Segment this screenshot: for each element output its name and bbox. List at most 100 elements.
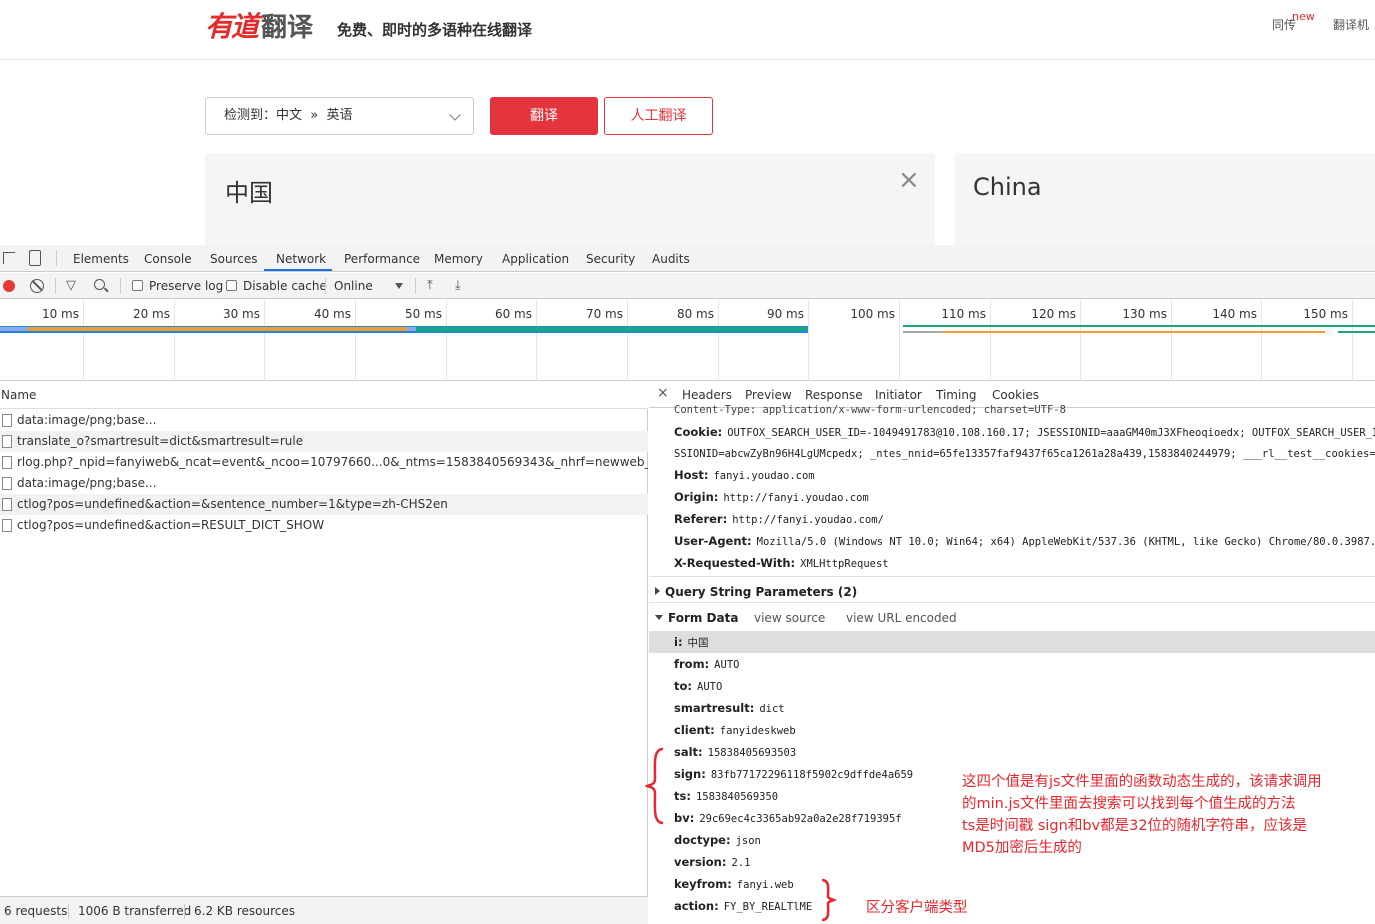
view-source-link[interactable]: view source (754, 611, 825, 625)
view-url-encoded-link[interactable]: view URL encoded (846, 611, 957, 625)
device-toolbar-icon[interactable] (29, 250, 41, 266)
annotation-line: ts是时间戳 sign和bv都是32位的随机字符串，应该是 (962, 818, 1308, 834)
query-params-section-toggle[interactable]: Query String Parameters (2) (655, 585, 857, 599)
request-row[interactable]: translate_o?smartresult=dict&smartresult… (0, 431, 648, 452)
clear-icon[interactable]: × (898, 167, 920, 193)
translate-button[interactable]: 翻译 (490, 97, 598, 135)
preserve-log-checkbox[interactable] (132, 280, 143, 291)
new-badge: new (1292, 10, 1315, 23)
throttling-select[interactable]: Online (334, 279, 373, 293)
section-divider (649, 602, 1375, 603)
close-icon[interactable]: × (657, 385, 669, 401)
request-row[interactable]: data:image/png;base... (0, 410, 648, 431)
timeline-gridline (1080, 300, 1081, 381)
file-icon (2, 477, 12, 490)
language-select[interactable]: 检测到：中文 » 英语 (205, 97, 474, 135)
tab-response[interactable]: Response (805, 388, 863, 402)
tab-sources[interactable]: Sources (210, 252, 257, 266)
human-translate-button[interactable]: 人工翻译 (604, 97, 713, 135)
form-param-salt[interactable]: salt: 15838405693503 (674, 745, 796, 759)
language-select-value: 检测到：中文 » 英语 (224, 108, 353, 123)
youdao-logo[interactable]: 有道 翻译 (205, 8, 314, 43)
param-value: 中国 (687, 637, 709, 649)
timeline-gridline (1171, 300, 1172, 381)
form-param-doctype[interactable]: doctype: json (674, 833, 761, 847)
form-param-client[interactable]: client: fanyideskweb (674, 723, 796, 737)
status-separator (184, 904, 185, 919)
request-row[interactable]: data:image/png;base... (0, 473, 648, 494)
nav-fanyiji-link[interactable]: 翻译机 (1333, 16, 1369, 33)
param-key: sign: (674, 767, 706, 781)
timeline-tick-label: 90 ms (766, 307, 804, 321)
param-key: keyfrom: (674, 877, 732, 891)
tab-network[interactable]: Network (276, 252, 326, 266)
form-param-version[interactable]: version: 2.1 (674, 855, 750, 869)
timeline-tick-label: 20 ms (132, 307, 170, 321)
resources-size: 6.2 KB resources (194, 904, 295, 918)
form-data-section-toggle[interactable]: Form Data (655, 611, 738, 625)
clear-log-icon[interactable] (30, 279, 44, 293)
request-name: data:image/png;base... (17, 413, 157, 427)
tab-application[interactable]: Application (502, 252, 569, 266)
timeline-gridline (174, 300, 175, 381)
header-value: OUTFOX_SEARCH_USER_ID=-1049491783@10.108… (727, 427, 1375, 439)
form-param-to[interactable]: to: AUTO (674, 679, 722, 693)
form-param-bv[interactable]: bv: 29c69ec4c3365ab92a0a2e28f719395f (674, 811, 902, 825)
tab-preview[interactable]: Preview (745, 388, 792, 402)
name-column-header[interactable]: Name (0, 382, 648, 409)
header-host: Host: fanyi.youdao.com (674, 468, 815, 482)
disable-cache-checkbox[interactable] (226, 280, 237, 291)
tab-timing[interactable]: Timing (936, 388, 977, 402)
form-param-i[interactable]: i: 中国 (674, 635, 709, 650)
header-x-requested-with: X-Requested-With: XMLHttpRequest (674, 556, 889, 570)
brace-path (821, 878, 837, 922)
disable-cache-label: Disable cache (243, 279, 327, 293)
tab-cookies[interactable]: Cookies (992, 388, 1039, 402)
search-icon[interactable] (94, 279, 105, 290)
status-separator (68, 904, 69, 919)
filter-icon[interactable]: ▽ (66, 278, 76, 293)
annotation-line: 这四个值是有js文件里面的函数动态生成的，该请求调用 (962, 774, 1322, 790)
site-header: 有道 翻译 免费、即时的多语种在线翻译 同传 new 翻译机 (0, 0, 1375, 60)
tab-console[interactable]: Console (144, 252, 192, 266)
tab-performance[interactable]: Performance (344, 252, 420, 266)
form-param-ts[interactable]: ts: 1583840569350 (674, 789, 778, 803)
request-row[interactable]: ctlog?pos=undefined&action=RESULT_DICT_S… (0, 515, 648, 536)
source-text-area[interactable]: 中国 × (205, 153, 935, 245)
tab-elements[interactable]: Elements (73, 252, 129, 266)
network-overview-timeline[interactable]: 10 ms 20 ms 30 ms 40 ms 50 ms 60 ms 70 ms 80 ms… (0, 300, 1375, 381)
request-row[interactable]: rlog.php?_npid=fanyiweb&_ncat=event&_nco… (0, 452, 648, 473)
brace-path (645, 747, 664, 825)
annotation-line: 的min.js文件里面去搜索可以找到每个值生成的方法 (962, 796, 1296, 812)
request-list: Name data:image/png;base... translate_o?… (0, 382, 648, 896)
timeline-tick-label: 40 ms (313, 307, 351, 321)
tab-audits[interactable]: Audits (652, 252, 690, 266)
request-row[interactable]: ctlog?pos=undefined&action=&sentence_num… (0, 494, 648, 515)
export-har-icon[interactable]: ⤓ (455, 278, 461, 293)
brace-annotation-client (821, 878, 837, 922)
header-key: User-Agent: (674, 534, 752, 548)
image-file-icon (2, 456, 12, 469)
form-param-sign[interactable]: sign: 83fb77172296118f5902c9dffde4a659 (674, 767, 913, 781)
param-value: fanyideskweb (719, 725, 796, 737)
tab-separator (56, 250, 57, 266)
inspect-element-icon[interactable] (3, 252, 15, 264)
form-param-smartresult[interactable]: smartresult: dict (674, 701, 785, 715)
logo-brand-text: 有道 (205, 10, 259, 43)
request-count: 6 requests (4, 904, 68, 918)
tab-headers[interactable]: Headers (682, 388, 732, 402)
brace-annotation-four-values (645, 747, 664, 825)
import-har-icon[interactable]: ⤒ (427, 278, 433, 293)
form-param-from[interactable]: from: AUTO (674, 657, 739, 671)
tab-memory[interactable]: Memory (434, 252, 483, 266)
tab-security[interactable]: Security (586, 252, 635, 266)
tab-initiator[interactable]: Initiator (875, 388, 922, 402)
header-value: http://fanyi.youdao.com (723, 492, 869, 504)
param-key: version: (674, 855, 727, 869)
timeline-gridline (627, 300, 628, 381)
form-param-action[interactable]: action: FY_BY_REALTlME (674, 899, 812, 913)
network-toolbar: ▽ Preserve log Disable cache Online ⤒ ⤓ (0, 273, 1375, 299)
form-param-keyfrom[interactable]: keyfrom: fanyi.web (674, 877, 794, 891)
record-icon[interactable] (3, 280, 15, 292)
logo-product-text: 翻译 (261, 12, 314, 43)
